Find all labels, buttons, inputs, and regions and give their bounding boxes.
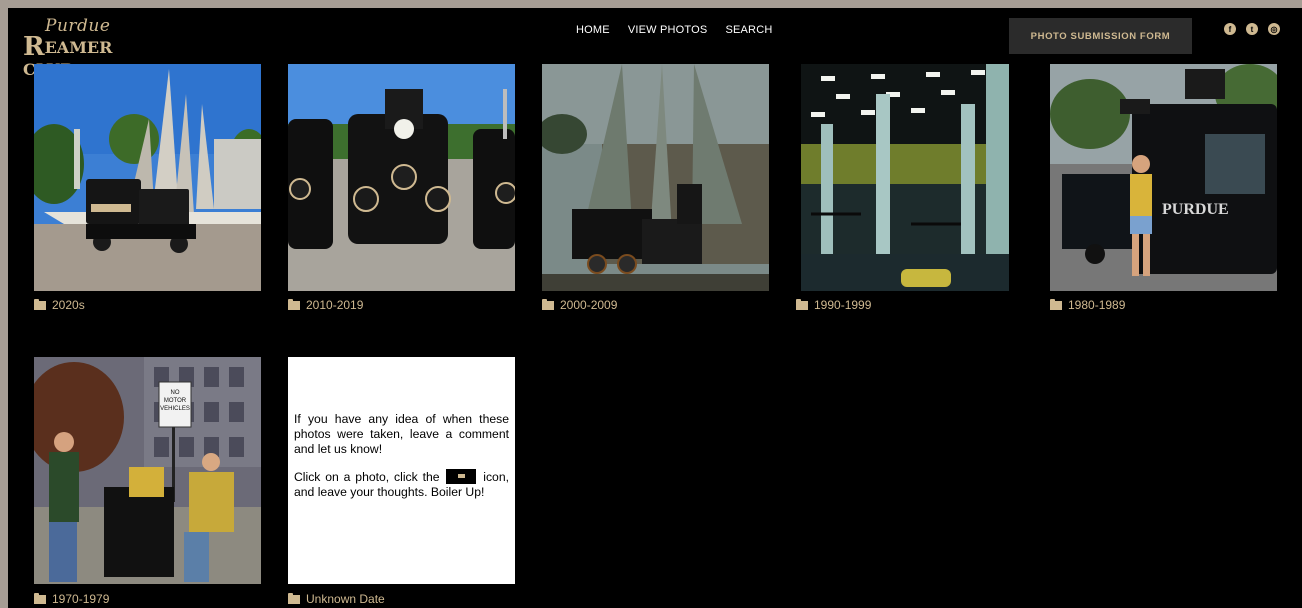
album-label: 2020s [52,298,85,312]
album-label: 1990-1999 [814,298,872,312]
album-thumbnail-2020s[interactable] [34,64,261,291]
unknown-date-note-card[interactable]: If you have any idea of when these photo… [288,357,515,584]
photo-1980-1989: PURDUE [1050,64,1277,291]
photo-1970-1979: NO MOTOR VEHICLES [34,357,261,584]
album-link-1990-1999[interactable]: 1990-1999 [796,298,871,312]
nav-search[interactable]: SEARCH [725,24,772,36]
album-thumbnail-1990-1999[interactable] [801,64,1009,291]
folder-icon [288,298,300,310]
twitter-icon[interactable]: t [1246,23,1258,35]
photo-1990-1999 [801,64,1009,291]
album-thumbnail-2010-2019[interactable] [288,64,515,291]
album-link-2020s[interactable]: 2020s [34,298,85,312]
instagram-icon[interactable]: ◎ [1268,23,1280,35]
album-label: 2000-2009 [560,298,618,312]
social-links: f t ◎ [1224,23,1280,35]
album-link-2010-2019[interactable]: 2010-2019 [288,298,363,312]
album-label: 2010-2019 [306,298,364,312]
sign-text-2: MOTOR [164,398,187,404]
note-paragraph-2: Click on a photo, click the icon, and le… [294,469,509,499]
nav-home[interactable]: HOME [576,24,610,36]
album-link-unknown-date[interactable]: Unknown Date [288,592,385,606]
comment-icon [446,469,477,484]
folder-icon [1050,298,1062,310]
album-label: 1980-1989 [1068,298,1126,312]
note-paragraph-1: If you have any idea of when these photo… [294,412,509,456]
album-label: 1970-1979 [52,592,110,606]
photo-2020s [34,64,261,291]
album-thumbnail-2000-2009[interactable] [542,64,769,291]
facebook-icon[interactable]: f [1224,23,1236,35]
site-logo[interactable]: Purdue REAMER CLUB [23,16,133,79]
photo-submission-form-button[interactable]: PHOTO SUBMISSION FORM [1009,18,1192,54]
photo-2000-2009 [542,64,769,291]
folder-icon [34,592,46,604]
album-thumbnail-1970-1979[interactable]: NO MOTOR VEHICLES [34,357,261,584]
album-label: Unknown Date [306,592,385,606]
album-link-1980-1989[interactable]: 1980-1989 [1050,298,1125,312]
folder-icon [542,298,554,310]
sign-text-1: NO [171,390,180,396]
folder-icon [34,298,46,310]
main-nav: HOME VIEW PHOTOS SEARCH [576,24,772,36]
album-link-2000-2009[interactable]: 2000-2009 [542,298,617,312]
folder-icon [796,298,808,310]
album-link-1970-1979[interactable]: 1970-1979 [34,592,109,606]
nav-view-photos[interactable]: VIEW PHOTOS [628,24,708,36]
sign-text-3: VEHICLES [160,406,190,412]
page-frame: Purdue REAMER CLUB HOME VIEW PHOTOS SEAR… [8,8,1302,608]
folder-icon [288,592,300,604]
album-thumbnail-1980-1989[interactable]: PURDUE [1050,64,1277,291]
train-lettering: PURDUE [1162,201,1229,218]
photo-2010-2019 [288,64,515,291]
